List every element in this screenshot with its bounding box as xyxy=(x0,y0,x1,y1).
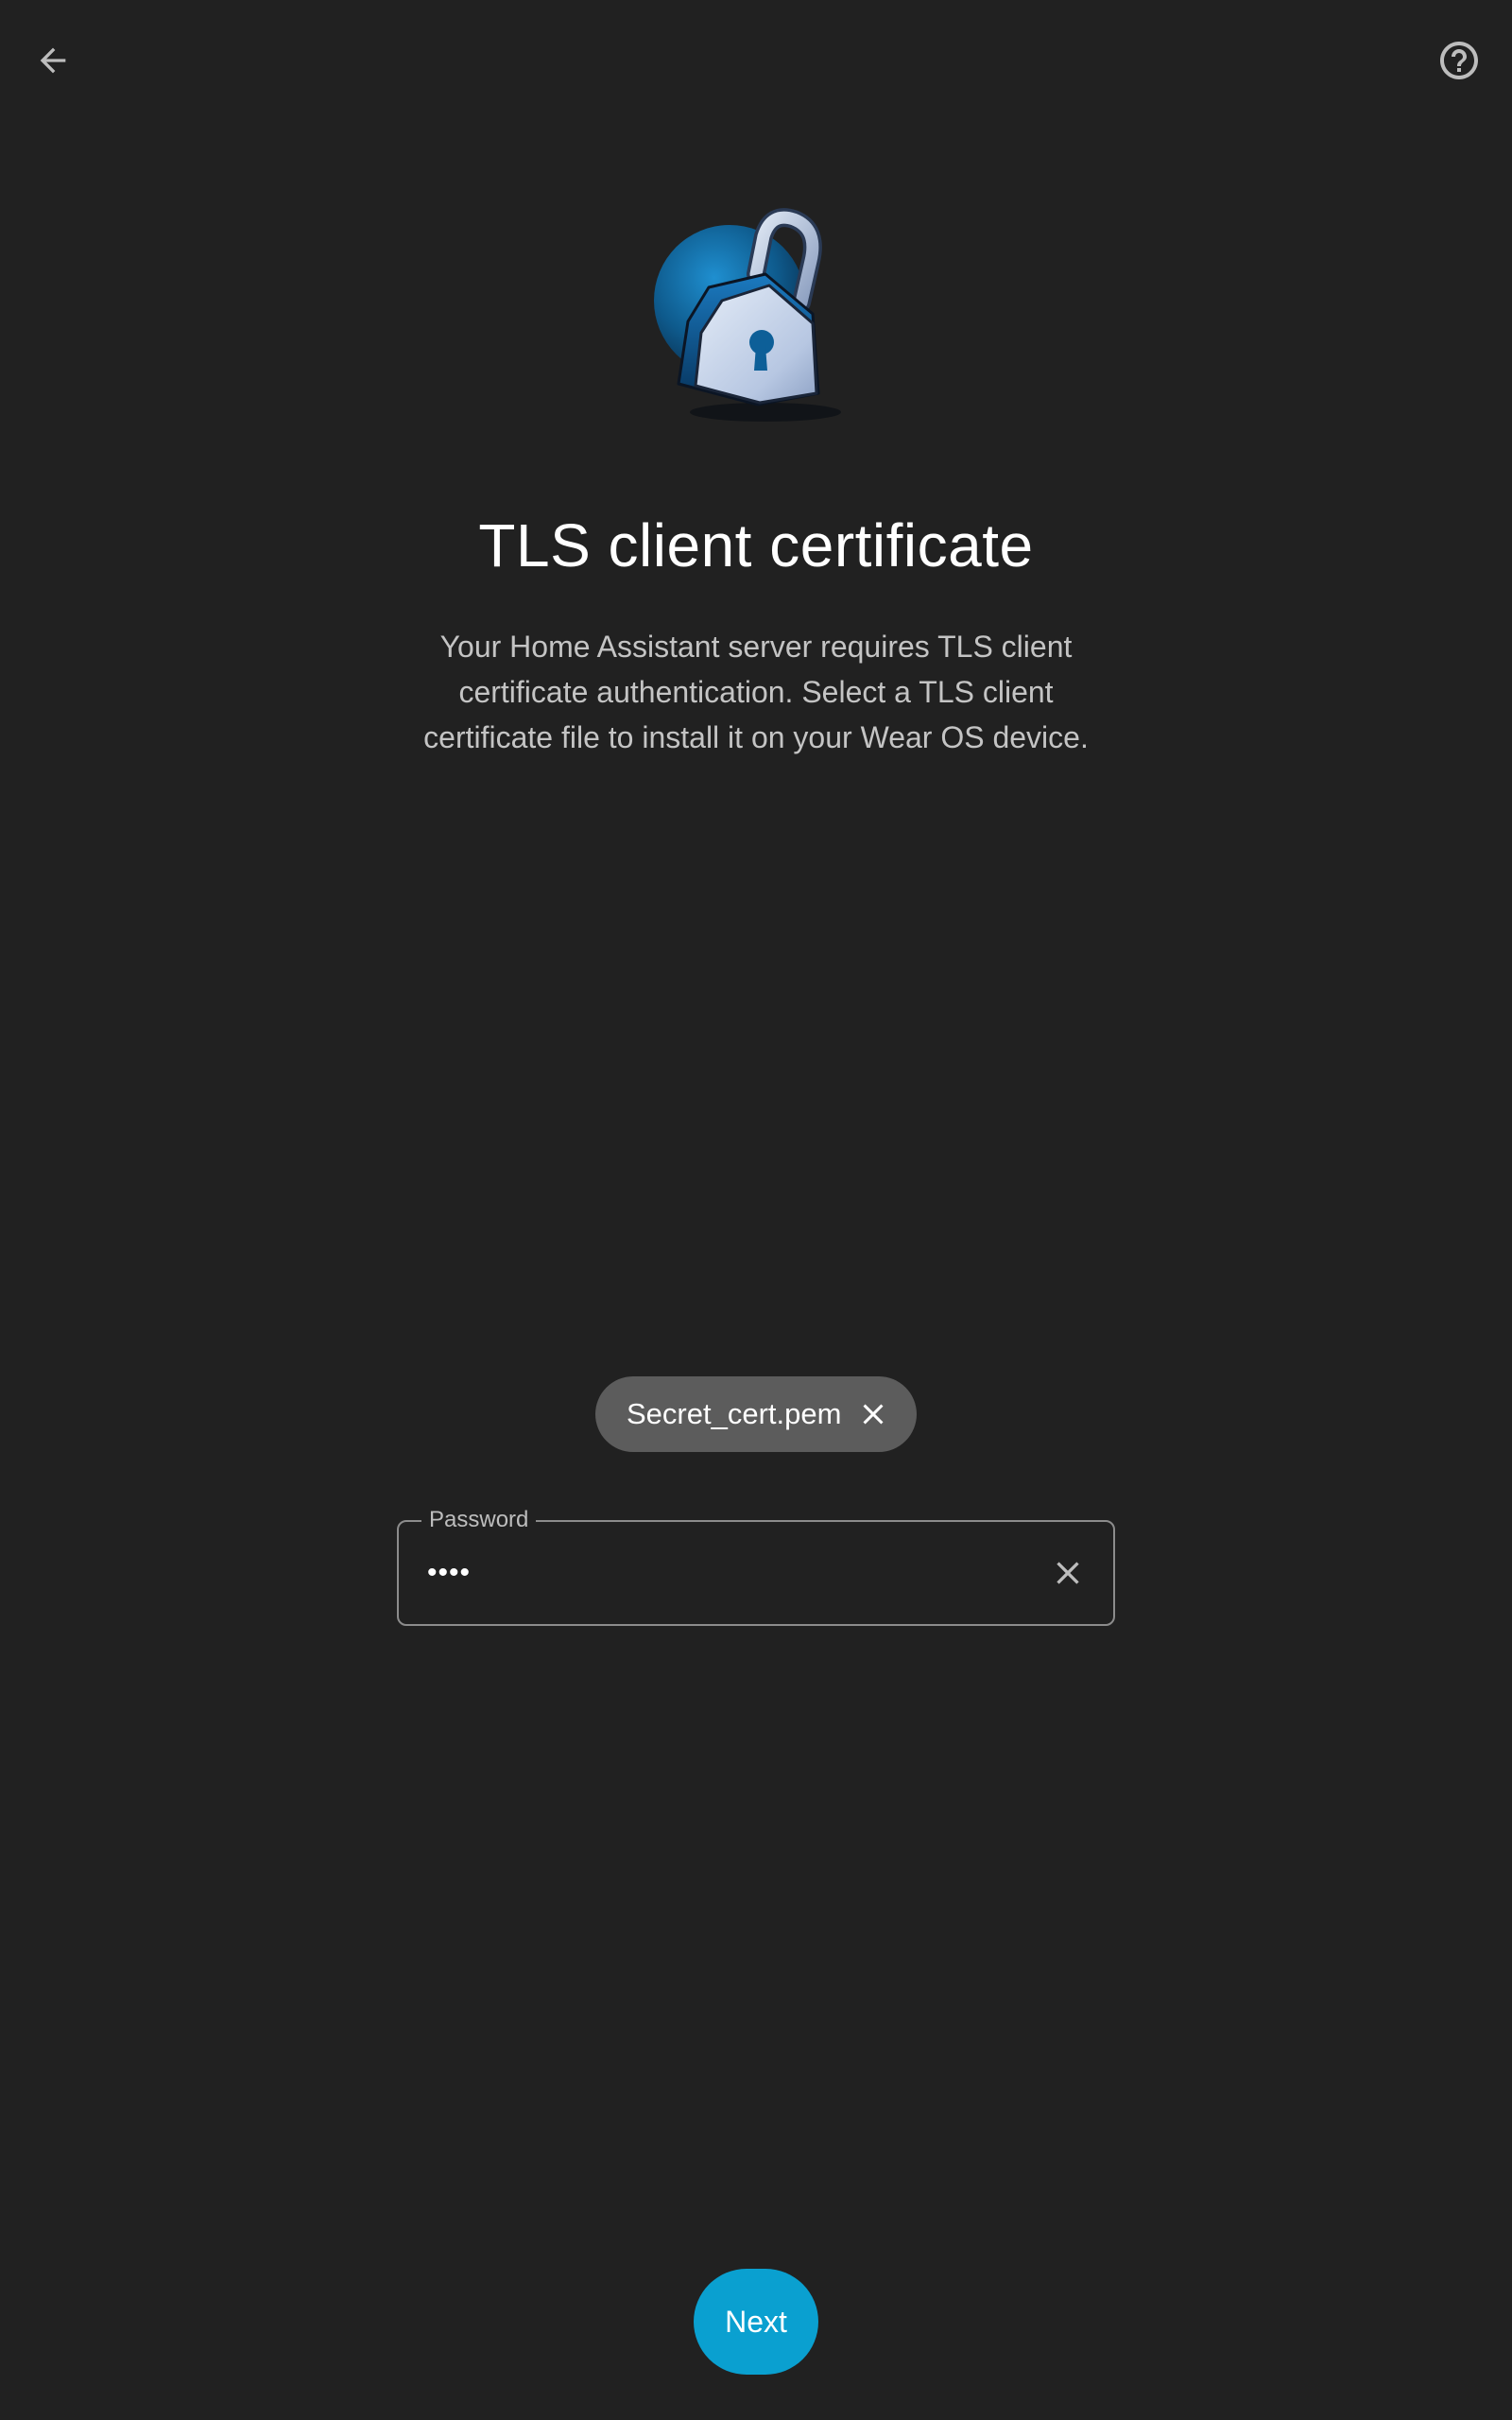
back-button[interactable] xyxy=(8,15,98,106)
remove-certificate-button[interactable] xyxy=(854,1395,892,1433)
password-field[interactable]: Password •••• xyxy=(397,1506,1115,1626)
clear-password-button[interactable] xyxy=(1040,1545,1096,1601)
password-field-label: Password xyxy=(421,1506,537,1534)
help-button[interactable] xyxy=(1414,15,1504,106)
close-icon xyxy=(863,1404,884,1425)
password-input[interactable]: •••• xyxy=(427,1550,471,1596)
certificate-file-chip[interactable]: Secret_cert.pem xyxy=(595,1376,917,1452)
help-circle-icon xyxy=(1440,42,1478,79)
padlock-icon xyxy=(654,208,841,422)
close-icon xyxy=(1057,1562,1079,1584)
page-description: Your Home Assistant server requires TLS … xyxy=(423,630,1089,754)
next-button-label: Next xyxy=(725,2304,787,2339)
hero-illustration xyxy=(652,208,860,435)
page-title: TLS client certificate xyxy=(478,511,1034,579)
arrow-back-icon xyxy=(40,47,66,74)
certificate-file-name: Secret_cert.pem xyxy=(627,1397,842,1430)
next-button[interactable]: Next xyxy=(694,2269,818,2375)
